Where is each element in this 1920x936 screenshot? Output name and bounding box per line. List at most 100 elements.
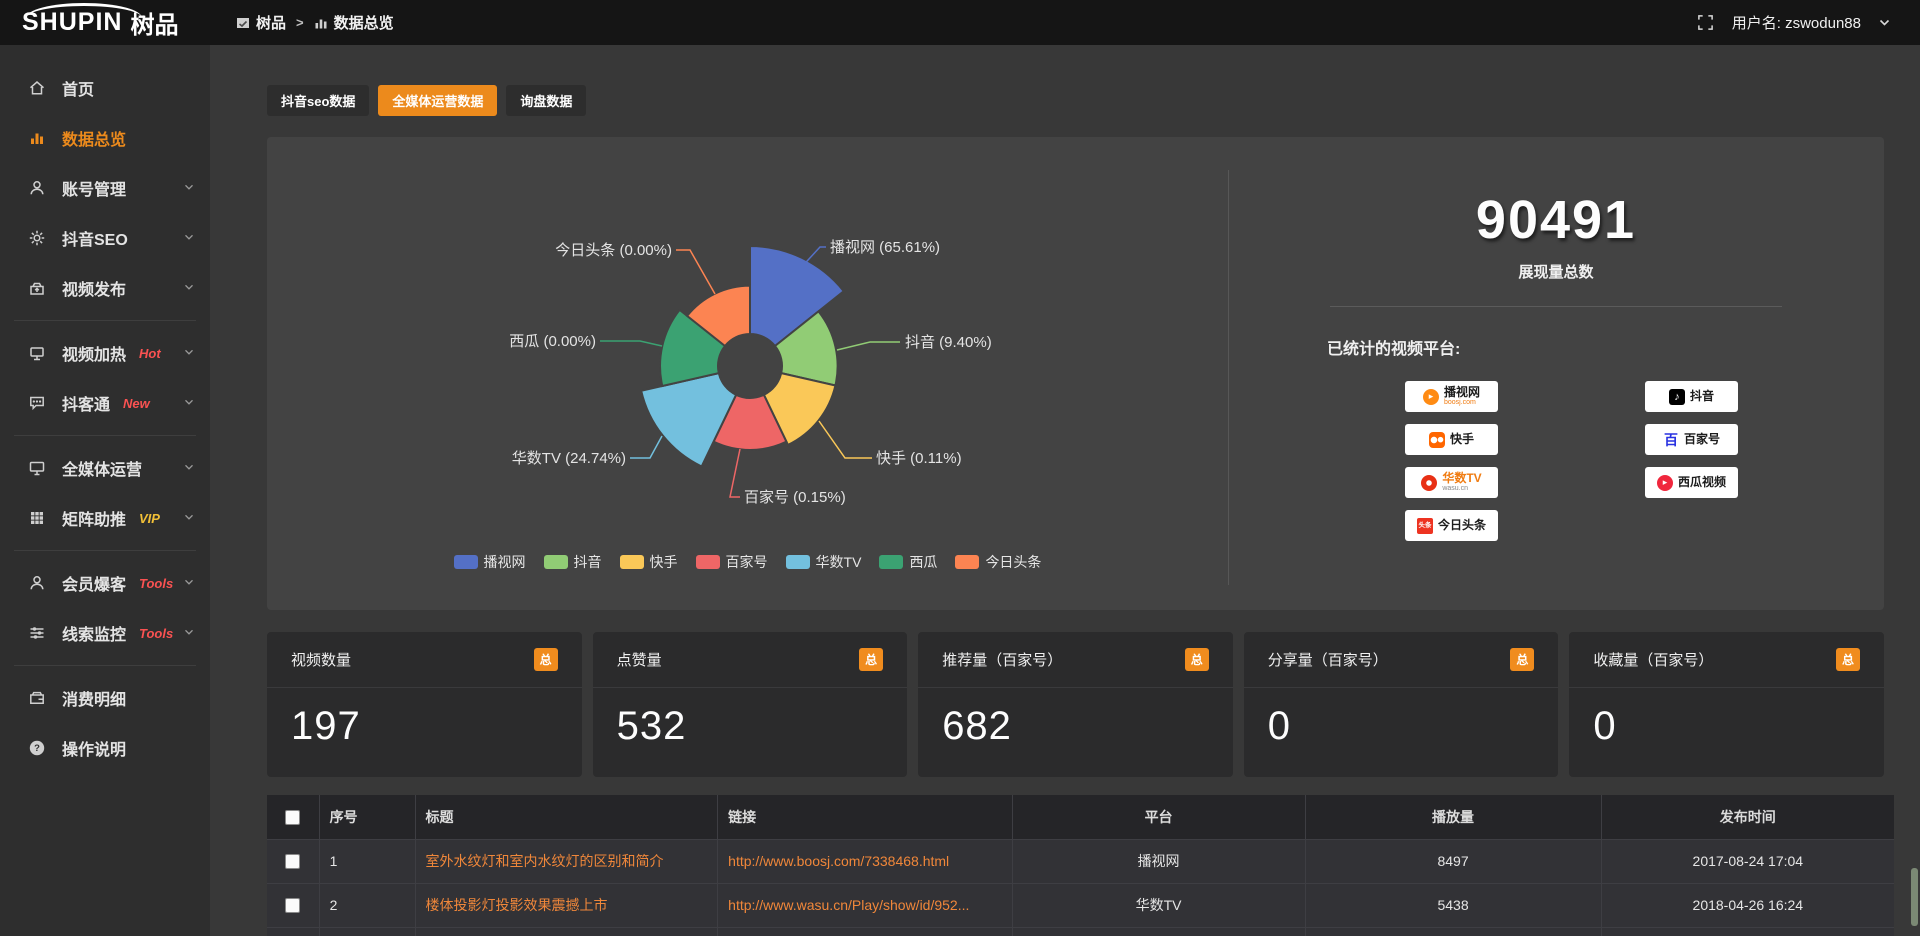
- stat-card-total-badge[interactable]: 总: [859, 648, 883, 671]
- row-checkbox[interactable]: [285, 854, 300, 869]
- breadcrumb-item-home[interactable]: 树品: [236, 12, 286, 33]
- sidebar-item-7[interactable]: 抖客通New: [0, 378, 210, 428]
- legend-label: 华数TV: [816, 552, 862, 572]
- sidebar-item-label: 矩阵助推: [62, 506, 126, 530]
- chevron-down-icon[interactable]: [184, 579, 194, 586]
- sidebar-item-label: 首页: [62, 76, 94, 100]
- sidebar-item-6[interactable]: 视频加热 Hot: [0, 328, 210, 378]
- cell-title: [415, 927, 718, 936]
- sidebar-item-label: 会员爆客: [62, 571, 126, 595]
- pie-slice-5[interactable]: [641, 373, 736, 466]
- cell-time: [1601, 927, 1894, 936]
- tab-1[interactable]: 抖音seo数据: [267, 85, 369, 116]
- videos-table-wrap: 序号标题链接平台播放量发布时间 1室外水纹灯和室内水纹灯的区别和简介http:/…: [267, 795, 1894, 936]
- chevron-down-icon[interactable]: [184, 514, 194, 521]
- sidebar-item-label: 消费明细: [62, 686, 126, 710]
- chevron-down-icon[interactable]: [184, 184, 194, 191]
- sidebar-item-4[interactable]: 抖音SEO: [0, 213, 210, 263]
- legend-swatch: [879, 555, 903, 569]
- breadcrumb-label: 数据总览: [334, 12, 394, 33]
- stat-card-total-badge[interactable]: 总: [534, 648, 558, 671]
- sidebar-item-label: 全媒体运营: [62, 456, 142, 480]
- breadcrumb-item-current[interactable]: 数据总览: [314, 12, 394, 33]
- platform-name: 西瓜视频: [1678, 476, 1726, 489]
- sidebar-item-9[interactable]: 矩阵助推VIP: [0, 493, 210, 543]
- sidebar-item-badge: Hot: [139, 346, 161, 361]
- logo-text-cn: 树品: [130, 5, 178, 40]
- app-logo: SHUPIN 树品: [0, 0, 210, 45]
- chart-legend: 播视网抖音快手 百家号 华数TV 西瓜 今日头条: [267, 552, 1228, 572]
- legend-label: 百家号: [726, 552, 768, 572]
- tab-2[interactable]: 全媒体运营数据: [378, 85, 497, 116]
- overview-panel: 播视网 (65.61%)抖音 (9.40%)快手 (0.11%)百家号 (0.1…: [267, 137, 1884, 610]
- chevron-down-icon[interactable]: [184, 234, 194, 241]
- wasu-logo-icon: [1421, 475, 1437, 491]
- chevron-down-icon[interactable]: [184, 349, 194, 356]
- rose-pie-chart: 播视网 (65.61%)抖音 (9.40%)快手 (0.11%)百家号 (0.1…: [267, 137, 1228, 610]
- sliders-icon: [28, 624, 46, 642]
- sidebar-item-5[interactable]: 视频发布: [0, 263, 210, 313]
- sidebar-item-2[interactable]: 数据总览: [0, 113, 210, 163]
- cell-title: 楼体投影灯投影效果震撼上市: [415, 883, 718, 927]
- cell-num: [319, 927, 415, 936]
- cell-link: http://www.boosj.com/7338468.html: [718, 839, 1012, 883]
- platform-badges-right: ♪抖音百百家号西瓜视频: [1645, 381, 1738, 541]
- row-checkbox[interactable]: [285, 898, 300, 913]
- select-all-checkbox[interactable]: [285, 810, 300, 825]
- sidebar-item-13[interactable]: ? 操作说明: [0, 723, 210, 773]
- cell-title-link[interactable]: 楼体投影灯投影效果震撼上市: [426, 897, 608, 913]
- platform-badge-toutiao: 头条今日头条: [1405, 510, 1498, 541]
- platform-badge-xigua: 西瓜视频: [1645, 467, 1738, 498]
- toutiao-logo-icon: 头条: [1417, 518, 1433, 534]
- legend-item-3[interactable]: 快手: [620, 552, 678, 572]
- legend-item-1[interactable]: 播视网: [454, 552, 526, 572]
- baijiahao-logo-icon: 百: [1663, 432, 1679, 448]
- svg-text:?: ?: [34, 743, 40, 754]
- platform-subtext: wasu.cn: [1442, 485, 1468, 493]
- chevron-down-icon[interactable]: [184, 464, 194, 471]
- legend-item-5[interactable]: 华数TV: [786, 552, 862, 572]
- sidebar-item-1[interactable]: 首页: [0, 63, 210, 113]
- cell-title-link[interactable]: 室外水纹灯和室内水纹灯的区别和简介: [426, 853, 664, 869]
- sidebar-item-12[interactable]: 消费明细: [0, 673, 210, 723]
- legend-swatch: [544, 555, 568, 569]
- sidebar-item-8[interactable]: 全媒体运营: [0, 443, 210, 493]
- cell-platform: [1012, 927, 1305, 936]
- stat-card-total-badge[interactable]: 总: [1836, 648, 1860, 671]
- top-bar: SHUPIN 树品 树品 > 数据总览 用户名: zswodun88: [0, 0, 1920, 45]
- table-header-2: 标题: [415, 795, 718, 839]
- legend-item-6[interactable]: 西瓜: [879, 552, 937, 572]
- legend-item-4[interactable]: 百家号: [696, 552, 768, 572]
- stat-card-total-badge[interactable]: 总: [1510, 648, 1534, 671]
- sidebar-item-11[interactable]: 线索监控Tools: [0, 608, 210, 658]
- chevron-down-icon[interactable]: [184, 399, 194, 406]
- stat-card-title: 推荐量（百家号）: [942, 649, 1062, 670]
- sidebar-item-10[interactable]: 会员爆客Tools: [0, 558, 210, 608]
- grid-icon: [28, 509, 46, 527]
- fullscreen-icon[interactable]: [1697, 14, 1714, 31]
- tab-3[interactable]: 询盘数据: [506, 85, 586, 116]
- sidebar-item-label: 视频加热: [62, 341, 126, 365]
- platform-name: 播视网: [1444, 386, 1480, 399]
- table-row-3: [267, 927, 1894, 936]
- cell-plays: 8497: [1305, 839, 1601, 883]
- platforms-title: 已统计的视频平台:: [1327, 335, 1884, 359]
- user-menu-chevron-icon[interactable]: [1879, 14, 1890, 31]
- legend-item-2[interactable]: 抖音: [544, 552, 602, 572]
- sidebar-item-label: 操作说明: [62, 736, 126, 760]
- page-scrollbar-thumb[interactable]: [1911, 868, 1918, 926]
- table-header-5: 播放量: [1305, 795, 1601, 839]
- chevron-down-icon[interactable]: [184, 629, 194, 636]
- pie-slice-label: 快手 (0.11%): [876, 450, 962, 467]
- cell-link-link[interactable]: http://www.boosj.com/7338468.html: [728, 853, 949, 869]
- cell-num: 1: [319, 839, 415, 883]
- cell-time: 2018-04-26 16:24: [1601, 883, 1894, 927]
- platform-badge-douyin: ♪抖音: [1645, 381, 1738, 412]
- cell-link-link[interactable]: http://www.wasu.cn/Play/show/id/952...: [728, 897, 969, 913]
- legend-label: 今日头条: [985, 552, 1041, 572]
- chevron-down-icon[interactable]: [184, 284, 194, 291]
- sidebar-item-3[interactable]: 账号管理: [0, 163, 210, 213]
- legend-item-7[interactable]: 今日头条: [955, 552, 1041, 572]
- stat-card-value: 682: [918, 688, 1233, 749]
- stat-card-total-badge[interactable]: 总: [1185, 648, 1209, 671]
